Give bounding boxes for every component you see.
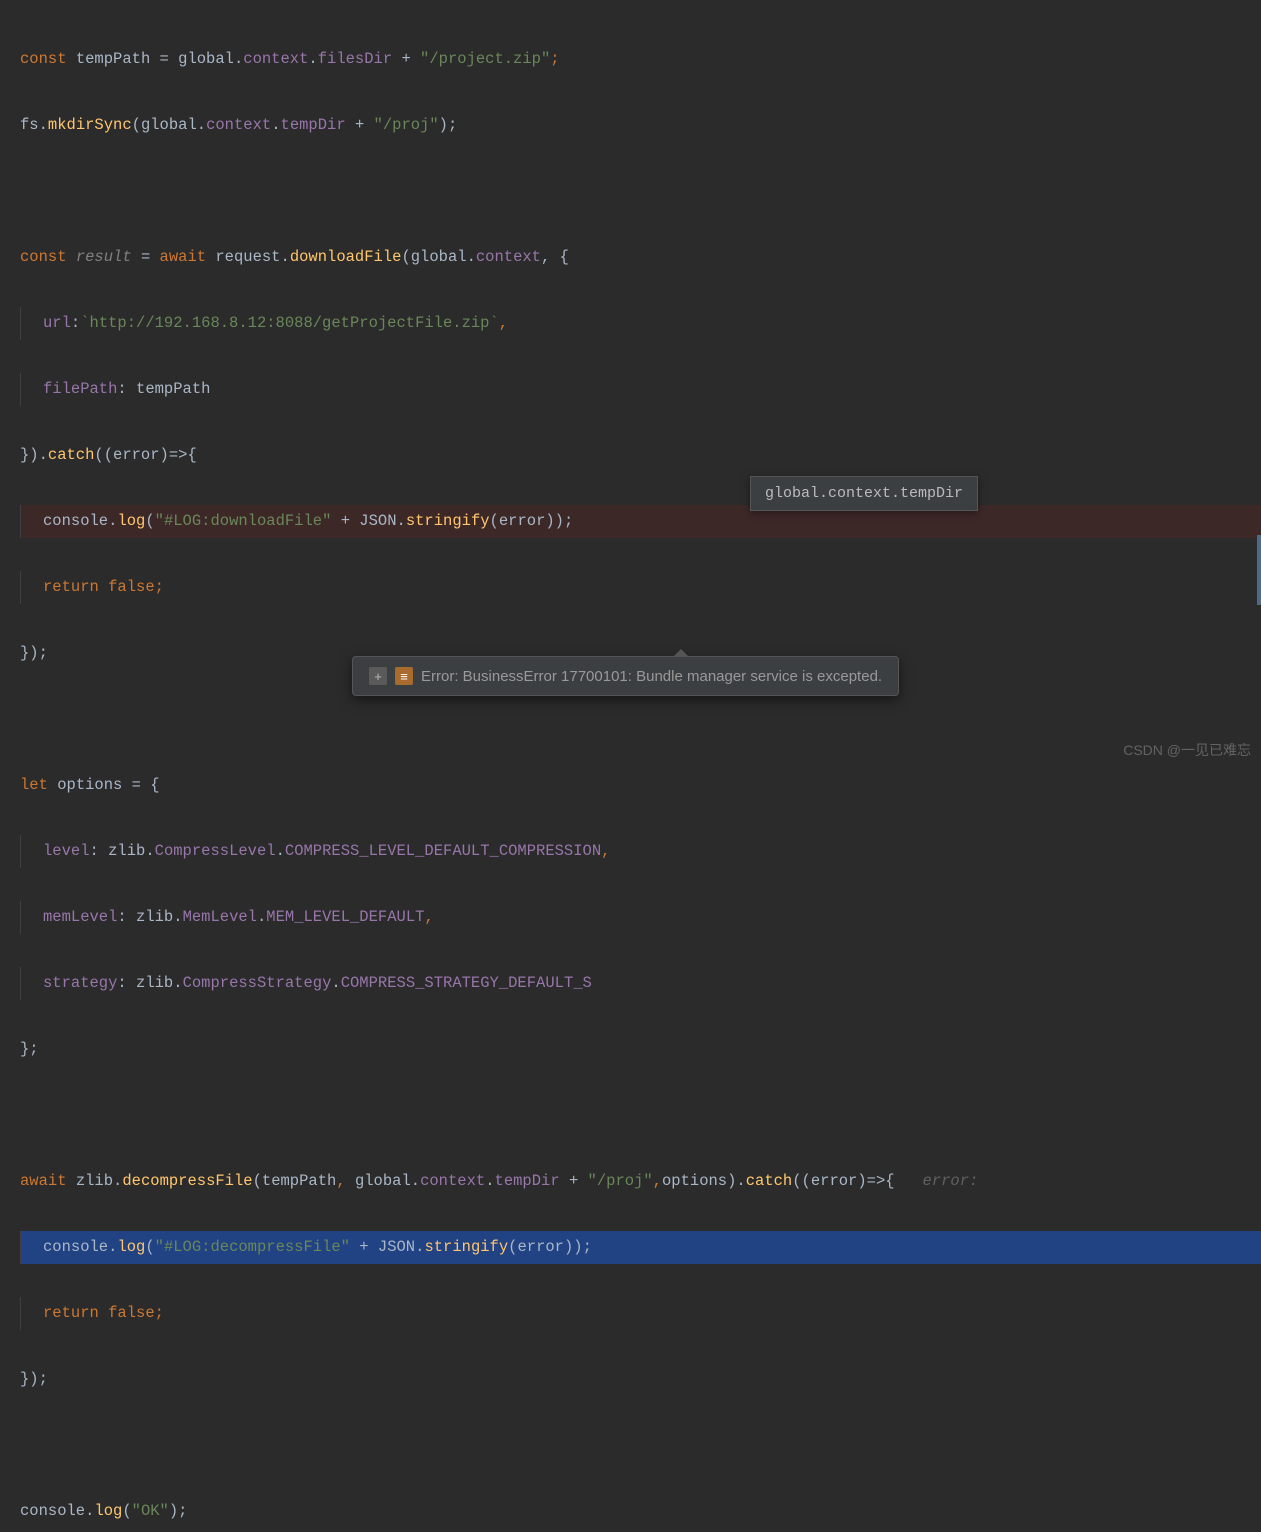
code-line[interactable]: memLevel: zlib.MemLevel.MEM_LEVEL_DEFAUL…	[20, 901, 1261, 934]
tooltip-text: global.context.tempDir	[765, 485, 963, 502]
parameter-hint: error:	[922, 1172, 978, 1190]
code-line-selection[interactable]: console.log("#LOG:decompressFile" + JSON…	[20, 1231, 1261, 1264]
code-line[interactable]	[20, 175, 1261, 208]
code-line[interactable]: const result = await request.downloadFil…	[20, 241, 1261, 274]
error-popup[interactable]: + ≡ Error: BusinessError 17700101: Bundl…	[352, 656, 899, 696]
keyword: const	[20, 50, 67, 68]
code-line[interactable]: await zlib.decompressFile(tempPath, glob…	[20, 1165, 1261, 1198]
scrollbar-marker[interactable]	[1257, 535, 1261, 605]
hover-tooltip: global.context.tempDir	[750, 476, 978, 511]
code-line[interactable]: }).catch((error)=>{	[20, 439, 1261, 472]
code-editor[interactable]: const tempPath = global.context.filesDir…	[0, 0, 1261, 1532]
code-line[interactable]: });	[20, 1363, 1261, 1396]
code-line[interactable]: level: zlib.CompressLevel.COMPRESS_LEVEL…	[20, 835, 1261, 868]
code-line[interactable]: strategy: zlib.CompressStrategy.COMPRESS…	[20, 967, 1261, 1000]
error-message: Error: BusinessError 17700101: Bundle ma…	[421, 668, 882, 685]
code-line[interactable]: const tempPath = global.context.filesDir…	[20, 43, 1261, 76]
code-line-error-highlight[interactable]: console.log("#LOG:downloadFile" + JSON.s…	[20, 505, 1261, 538]
code-line[interactable]	[20, 1429, 1261, 1462]
code-line[interactable]: console.log("OK");	[20, 1495, 1261, 1528]
list-icon[interactable]: ≡	[395, 667, 413, 685]
code-line[interactable]	[20, 703, 1261, 736]
code-line[interactable]: };	[20, 1033, 1261, 1066]
plus-icon[interactable]: +	[369, 667, 387, 685]
code-line[interactable]: url:`http://192.168.8.12:8088/getProject…	[20, 307, 1261, 340]
watermark: CSDN @一见已难忘	[1123, 740, 1251, 760]
code-line[interactable]: return false;	[20, 1297, 1261, 1330]
code-line[interactable]: let options = {	[20, 769, 1261, 802]
code-line[interactable]: filePath: tempPath	[20, 373, 1261, 406]
code-line[interactable]: return false;	[20, 571, 1261, 604]
code-line[interactable]: fs.mkdirSync(global.context.tempDir + "/…	[20, 109, 1261, 142]
code-line[interactable]	[20, 1099, 1261, 1132]
